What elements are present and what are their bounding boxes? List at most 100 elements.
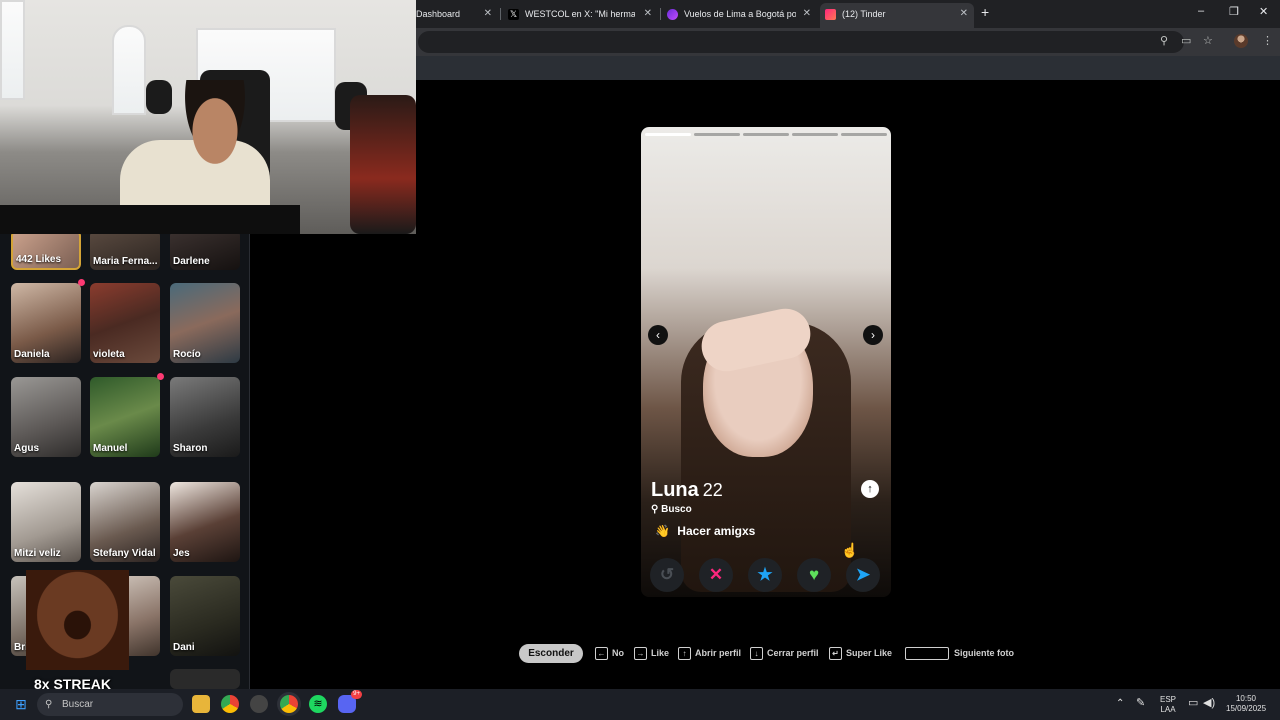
super-like-button[interactable]: ★ xyxy=(748,558,782,592)
arrow-left-key-icon: ← xyxy=(595,647,608,661)
hide-shortcuts-button[interactable]: Esconder xyxy=(519,644,583,663)
screen: { "browser": { "tabs": [ {"title": "Dash… xyxy=(0,0,1280,720)
match-name: Rocío xyxy=(173,349,201,360)
match-name: violeta xyxy=(93,349,125,360)
tab-divider xyxy=(500,8,501,20)
match-tile[interactable]: violeta xyxy=(90,283,160,363)
tray-chevron-icon[interactable]: ⌃ xyxy=(1116,699,1124,709)
pen-tray-icon[interactable]: ✎ xyxy=(1136,698,1145,709)
tinder-flame-icon xyxy=(825,9,836,20)
unread-dot xyxy=(157,373,164,380)
match-tile[interactable]: Jes xyxy=(170,482,240,562)
prev-photo-button[interactable]: ‹ xyxy=(648,325,668,345)
profile-avatar[interactable] xyxy=(1234,34,1248,48)
shortcut-open-profile: ↑ Abrir perfil xyxy=(678,643,741,663)
network-icon[interactable]: ▭ xyxy=(1188,698,1198,709)
likes-you-tile[interactable]: 442 Likes xyxy=(11,230,81,270)
match-name: Stefany Vidal xyxy=(93,548,156,559)
search-icon: ⚲ xyxy=(651,504,659,515)
shortcut-no: ← No xyxy=(595,643,624,663)
location-pin-icon[interactable]: ⚲ xyxy=(1160,34,1168,47)
arrow-right-key-icon: → xyxy=(634,647,647,661)
obs-icon[interactable] xyxy=(250,695,268,713)
arrow-down-key-icon: ↓ xyxy=(750,647,763,661)
match-tile[interactable]: Dani xyxy=(170,576,240,656)
new-tab-button[interactable]: + xyxy=(981,4,989,20)
tab-vuelos[interactable]: Vuelos de Lima a Bogotá por S/ ✕ xyxy=(662,3,817,28)
match-name: Jes xyxy=(173,548,190,559)
search-placeholder: Buscar xyxy=(62,699,94,710)
keyboard-layout: LAA xyxy=(1160,705,1176,714)
match-tile[interactable]: Stefany Vidal xyxy=(90,482,160,562)
bookmark-star-icon[interactable]: ☆ xyxy=(1203,34,1213,47)
match-tile[interactable]: Maria Ferna... xyxy=(90,230,160,270)
match-tile[interactable]: Daniela xyxy=(11,279,85,363)
discord-icon[interactable]: 9+ xyxy=(338,690,362,713)
shortcut-label: Super Like xyxy=(846,648,893,658)
enter-key-icon: ↵ xyxy=(829,647,842,661)
match-name: Darlene xyxy=(173,256,210,267)
match-name: Daniela xyxy=(14,349,50,360)
chrome-icon[interactable] xyxy=(221,695,239,713)
shortcut-like: → Like xyxy=(634,643,669,663)
match-name: Manuel xyxy=(93,443,128,454)
rewind-button[interactable]: ↺ xyxy=(650,558,684,592)
busco-value-row: 👋 Hacer amigxs xyxy=(655,524,755,538)
photo-progress-bar xyxy=(743,133,789,136)
hand-cursor-icon: ☝ xyxy=(841,542,859,558)
like-button[interactable]: ♥ xyxy=(797,558,831,592)
nope-button[interactable]: ✕ xyxy=(699,558,733,592)
arrow-up-key-icon: ↑ xyxy=(678,647,691,661)
install-app-icon[interactable]: ▭ xyxy=(1181,34,1191,47)
boost-button[interactable]: ➤ xyxy=(846,558,880,592)
busco-value: Hacer amigxs xyxy=(677,524,756,538)
match-tile[interactable]: Sharon xyxy=(170,377,240,457)
volume-icon[interactable]: ◀) xyxy=(1203,698,1215,709)
unread-dot xyxy=(78,279,85,286)
profile-name: Luna xyxy=(651,479,699,501)
busco-row: ⚲ Busco xyxy=(651,504,692,515)
close-tab-icon[interactable]: ✕ xyxy=(484,3,492,25)
close-tab-icon[interactable]: ✕ xyxy=(803,3,811,25)
profile-card[interactable]: ‹ › Luna 22 ↑ ⚲ Busco 👋 Hacer amigxs ↺ ✕ ★ ♥… xyxy=(641,127,891,597)
shortcut-label: Like xyxy=(651,648,670,658)
windows-start-icon[interactable]: ⊞ xyxy=(12,695,30,713)
tab-tinder[interactable]: (12) Tinder ✕ xyxy=(820,3,974,28)
flight-site-icon xyxy=(667,9,678,20)
restore-button[interactable]: ❐ xyxy=(1229,5,1239,18)
match-name: Maria Ferna... xyxy=(93,256,158,267)
minimize-button[interactable]: – xyxy=(1198,5,1204,17)
close-window-button[interactable]: ✕ xyxy=(1259,5,1268,18)
tab-westcol[interactable]: 𝕏 WESTCOL en X: "Mi hermanito " ✕ xyxy=(503,3,658,28)
match-tile[interactable]: Agus xyxy=(11,377,81,457)
shortcut-close-profile: ↓ Cerrar perfil xyxy=(750,643,819,663)
tab-title: (12) Tinder xyxy=(842,9,886,19)
match-tile[interactable]: Mitzi veliz xyxy=(11,482,81,562)
file-explorer-icon[interactable] xyxy=(192,695,210,713)
shortcut-label: No xyxy=(612,648,624,658)
chrome-active-icon[interactable] xyxy=(280,695,298,713)
tab-title: Dashboard xyxy=(416,9,461,19)
trash-bin xyxy=(146,80,172,114)
menu-kebab-icon[interactable]: ⋮ xyxy=(1262,34,1273,47)
taskbar-search[interactable]: ⚲ Buscar xyxy=(37,693,183,716)
match-name: Mitzi veliz xyxy=(14,548,61,559)
address-bar[interactable] xyxy=(418,31,1184,53)
clock[interactable]: 10:50 15/09/2025 xyxy=(1226,694,1266,714)
window-left xyxy=(0,0,25,100)
match-tile[interactable]: Manuel xyxy=(90,373,164,457)
open-profile-icon[interactable]: ↑ xyxy=(861,480,879,498)
shortcut-label: Abrir perfil xyxy=(695,648,742,658)
tab-title: Vuelos de Lima a Bogotá por S/ xyxy=(684,9,796,19)
match-tile[interactable]: Rocío xyxy=(170,283,240,363)
shortcut-label: Siguiente foto xyxy=(954,648,1014,658)
match-tile[interactable] xyxy=(170,669,240,689)
spotify-icon[interactable]: ≋ xyxy=(309,695,327,713)
desk xyxy=(0,205,300,234)
match-tile[interactable]: Darlene xyxy=(170,230,240,270)
close-tab-icon[interactable]: ✕ xyxy=(644,3,652,25)
close-tab-icon[interactable]: ✕ xyxy=(960,3,968,25)
language-indicator[interactable]: ESP LAA xyxy=(1160,695,1176,715)
next-photo-button[interactable]: › xyxy=(863,325,883,345)
profile-age: 22 xyxy=(702,480,723,500)
